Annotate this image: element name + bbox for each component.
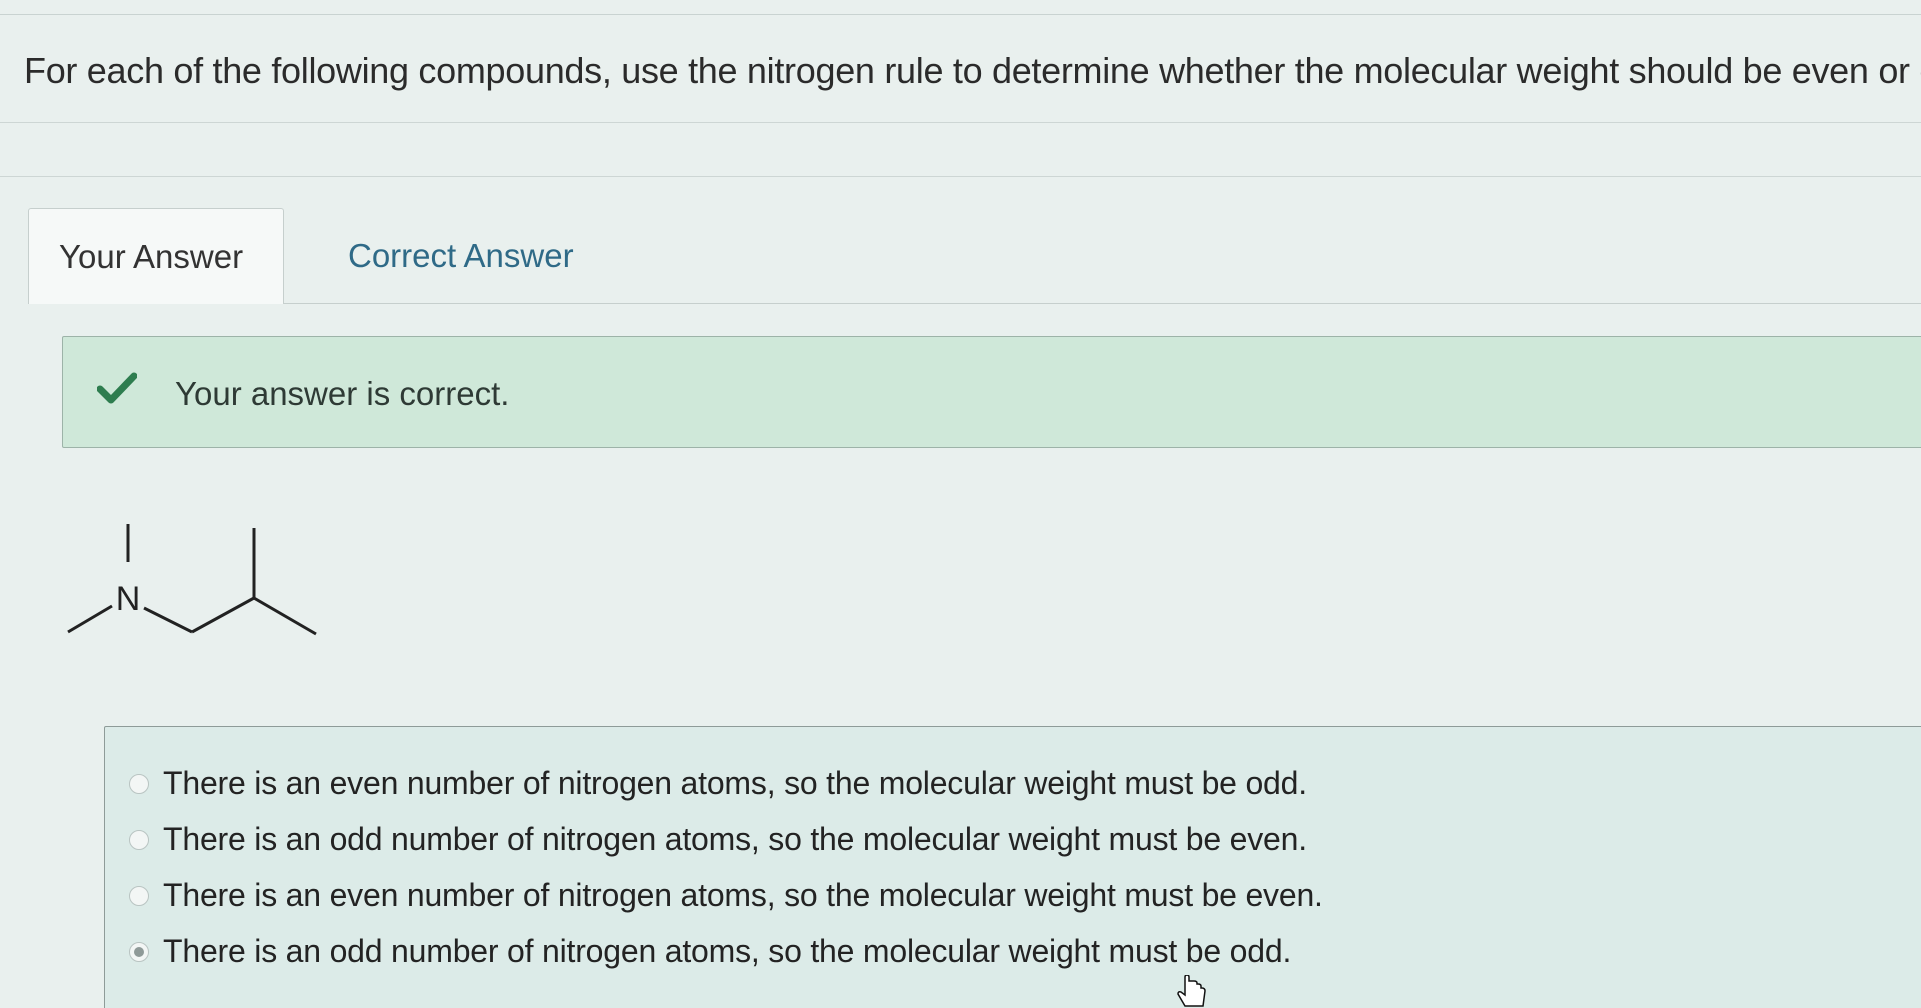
feedback-banner: Your answer is correct.: [62, 336, 1921, 448]
option-3[interactable]: There is an even number of nitrogen atom…: [129, 877, 1323, 914]
option-label: There is an odd number of nitrogen atoms…: [163, 933, 1292, 969]
option-4[interactable]: There is an odd number of nitrogen atoms…: [129, 933, 1291, 970]
feedback-text: Your answer is correct.: [175, 375, 510, 412]
radio-button[interactable]: [129, 773, 149, 794]
top-divider: [0, 14, 1921, 15]
tabs-baseline: [282, 303, 1921, 304]
tab-correct-answer[interactable]: Correct Answer: [318, 208, 604, 303]
molecule-structure: N: [67, 524, 317, 636]
option-label: There is an even number of nitrogen atom…: [163, 877, 1323, 913]
bond: [143, 606, 193, 634]
divider: [0, 176, 1921, 177]
radio-button-selected[interactable]: [129, 941, 149, 962]
option-label: There is an even number of nitrogen atom…: [163, 765, 1307, 801]
answer-options: There is an even number of nitrogen atom…: [104, 726, 1921, 1008]
answer-tabs: Your Answer Correct Answer: [28, 208, 1921, 304]
bond: [191, 596, 255, 634]
option-1[interactable]: There is an even number of nitrogen atom…: [129, 765, 1307, 802]
divider: [0, 122, 1921, 123]
option-label: There is an odd number of nitrogen atoms…: [163, 821, 1307, 857]
bond: [67, 604, 113, 634]
bond: [253, 596, 317, 636]
check-icon: [97, 372, 137, 404]
radio-button[interactable]: [129, 885, 149, 906]
hand-cursor-icon: [1177, 975, 1206, 1007]
nitrogen-atom-label: N: [116, 580, 141, 618]
page: For each of the following compounds, use…: [0, 0, 1921, 1008]
question-text: For each of the following compounds, use…: [24, 50, 1921, 91]
option-2[interactable]: There is an odd number of nitrogen atoms…: [129, 821, 1307, 858]
radio-button[interactable]: [129, 829, 149, 850]
tab-your-answer[interactable]: Your Answer: [28, 208, 284, 304]
